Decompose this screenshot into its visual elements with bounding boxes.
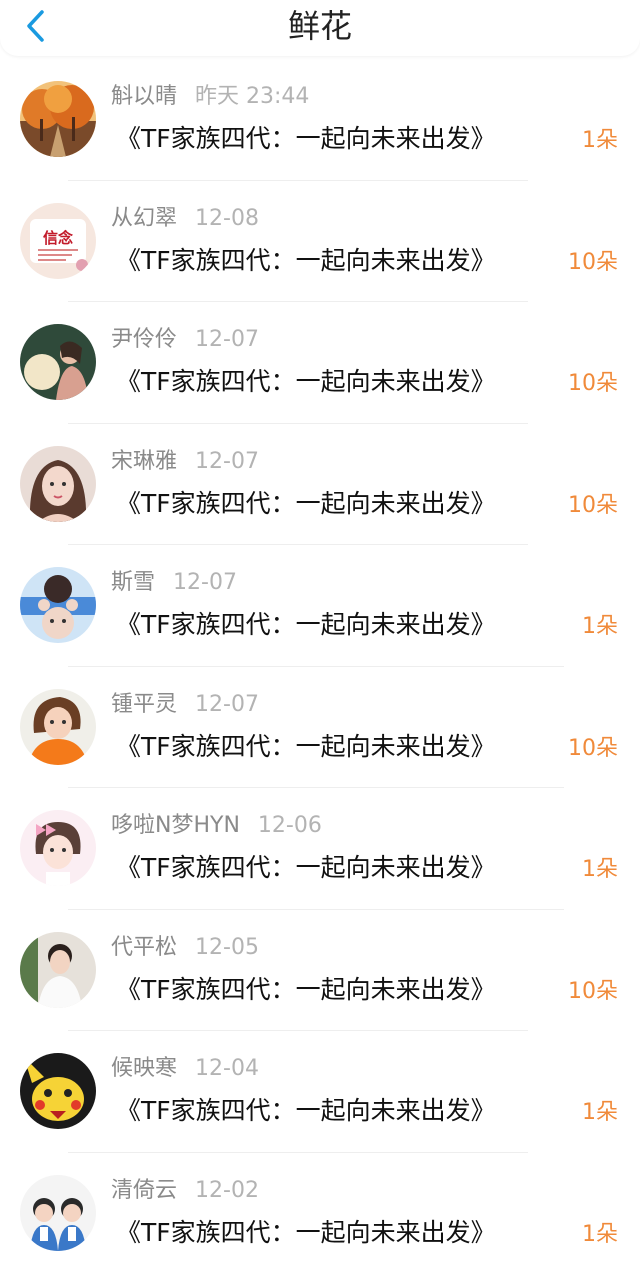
flower-count: 1朵 bbox=[582, 1100, 618, 1125]
timestamp: 12-05 bbox=[195, 934, 259, 960]
avatar[interactable]: 信念 bbox=[20, 202, 96, 279]
book-title: 《TF家族四代：一起向未来出发》 bbox=[116, 124, 496, 153]
user-name: 哆啦N梦HYN bbox=[111, 813, 240, 838]
list-item[interactable]: 宋琳雅 12-07 《TF家族四代：一起向未来出发》 10朵 bbox=[0, 424, 640, 545]
timestamp: 12-07 bbox=[173, 570, 237, 595]
book-title: 《TF家族四代：一起向未来出发》 bbox=[116, 731, 496, 761]
timestamp: 12-02 bbox=[195, 1177, 259, 1203]
timestamp: 12-04 bbox=[195, 1056, 259, 1081]
list-item[interactable]: 信念 从幻翠 12-08 《TF家族四代：一起向未来出发》 10朵 bbox=[0, 181, 640, 302]
page-title: 鲜花 bbox=[287, 7, 352, 45]
user-name: 宋琳雅 bbox=[111, 448, 178, 474]
timestamp: 12-07 bbox=[195, 448, 259, 474]
header-bar: 鲜花 bbox=[0, 0, 640, 56]
book-title: 《TF家族四代：一起向未来出发》 bbox=[116, 245, 496, 275]
avatar[interactable] bbox=[20, 1053, 96, 1129]
user-name: 锺平灵 bbox=[111, 691, 178, 717]
user-name: 代平松 bbox=[111, 934, 178, 960]
flower-count: 10朵 bbox=[568, 249, 618, 275]
timestamp: 12-08 bbox=[195, 205, 259, 231]
list-item[interactable]: 候映寒 12-04 《TF家族四代：一起向未来出发》 1朵 bbox=[0, 1031, 640, 1153]
flower-count: 10朵 bbox=[568, 978, 618, 1004]
avatar-text: 信念 bbox=[43, 229, 73, 247]
list-item[interactable]: 哆啦N梦HYN 12-06 《TF家族四代：一起向未来出发》 1朵 bbox=[0, 788, 640, 910]
list-item[interactable]: 代平松 12-05 《TF家族四代：一起向未来出发》 10朵 bbox=[0, 910, 640, 1031]
timestamp: 12-07 bbox=[195, 691, 259, 717]
flower-count: 1朵 bbox=[582, 128, 618, 153]
list-item[interactable]: 斛以晴 昨天 23:44 《TF家族四代：一起向未来出发》 1朵 bbox=[0, 59, 640, 181]
list-item[interactable]: 锺平灵 12-07 《TF家族四代：一起向未来出发》 10朵 bbox=[0, 667, 640, 788]
avatar[interactable] bbox=[20, 445, 96, 522]
user-name: 候映寒 bbox=[111, 1056, 178, 1081]
book-title: 《TF家族四代：一起向未来出发》 bbox=[116, 610, 496, 639]
avatar[interactable] bbox=[20, 324, 96, 400]
timestamp: 12-07 bbox=[195, 327, 259, 352]
list-item[interactable]: 清倚云 12-02 《TF家族四代：一起向未来出发》 1朵 bbox=[0, 1153, 640, 1272]
user-name: 从幻翠 bbox=[111, 205, 178, 231]
avatar[interactable] bbox=[20, 567, 96, 643]
timestamp: 12-06 bbox=[257, 813, 322, 838]
list-item[interactable]: 尹伶伶 12-07 《TF家族四代：一起向未来出发》 10朵 bbox=[0, 302, 640, 424]
user-name: 斛以晴 bbox=[111, 84, 178, 109]
book-title: 《TF家族四代：一起向未来出发》 bbox=[116, 853, 496, 882]
book-title: 《TF家族四代：一起向未来出发》 bbox=[116, 367, 496, 396]
avatar[interactable] bbox=[20, 81, 96, 157]
flower-count: 1朵 bbox=[582, 857, 618, 882]
flower-count: 10朵 bbox=[568, 371, 618, 396]
avatar[interactable] bbox=[20, 931, 96, 1008]
flower-count: 1朵 bbox=[582, 1221, 618, 1247]
flower-count: 10朵 bbox=[568, 735, 618, 761]
user-name: 尹伶伶 bbox=[111, 327, 178, 352]
flower-count: 10朵 bbox=[568, 492, 618, 518]
user-name: 清倚云 bbox=[111, 1177, 178, 1203]
book-title: 《TF家族四代：一起向未来出发》 bbox=[116, 1096, 496, 1125]
avatar[interactable] bbox=[20, 810, 96, 886]
book-title: 《TF家族四代：一起向未来出发》 bbox=[116, 1217, 496, 1247]
flowers-page: 鲜花 斛以晴 昨天 23:44 《TF家族四代：一起向未来出发》 1朵 信念 从… bbox=[0, 0, 640, 1272]
book-title: 《TF家族四代：一起向未来出发》 bbox=[116, 974, 496, 1004]
timestamp: 昨天 23:44 bbox=[195, 84, 310, 109]
book-title: 《TF家族四代：一起向未来出发》 bbox=[116, 488, 496, 518]
avatar[interactable] bbox=[20, 1174, 96, 1251]
user-name: 斯雪 bbox=[111, 570, 156, 595]
flower-list: 斛以晴 昨天 23:44 《TF家族四代：一起向未来出发》 1朵 信念 从幻翠 … bbox=[0, 59, 640, 1272]
avatar[interactable] bbox=[20, 688, 96, 765]
flower-count: 1朵 bbox=[582, 614, 618, 639]
list-item[interactable]: 斯雪 12-07 《TF家族四代：一起向未来出发》 1朵 bbox=[0, 545, 640, 667]
